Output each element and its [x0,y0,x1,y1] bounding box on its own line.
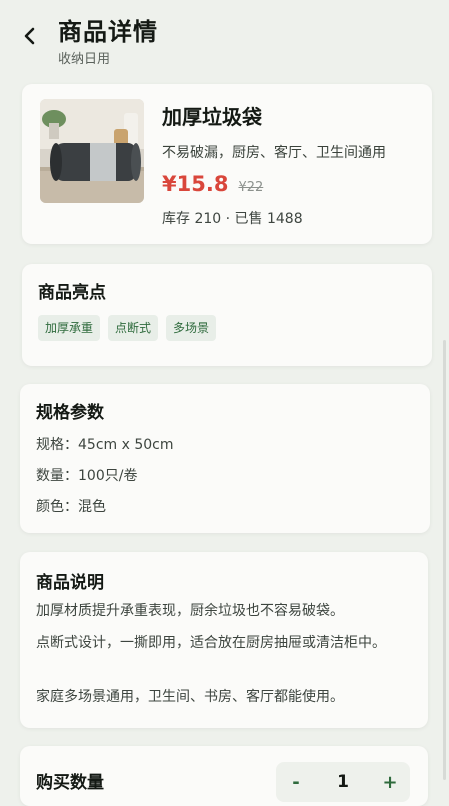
description-title: 商品说明 [36,573,104,593]
specs-title: 规格参数 [36,403,104,423]
current-price: ¥15.8 [162,172,229,196]
description-paragraph: 点断式设计，一撕即用，适合放在厨房抽屉或清洁柜中。 [36,635,386,651]
highlight-tag: 加厚承重 [38,315,101,341]
highlight-tag: 点断式 [108,315,159,341]
page-subtitle: 收纳日用 [58,52,111,67]
product-summary-card: 加厚垃圾袋 不易破漏，厨房、客厅、卫生间通用 ¥15.8 ¥22 库存 210 … [22,84,432,244]
specs-card: 规格参数 规格：45cm x 50cm 数量：100只/卷 颜色：混色 [20,384,430,533]
price-row: ¥15.8 ¥22 [162,172,263,196]
original-price: ¥22 [238,180,264,195]
quantity-value: 1 [337,772,349,792]
quantity-card: 购买数量 - 1 + [20,746,428,806]
highlight-tag: 多场景 [166,315,217,341]
product-description: 不易破漏，厨房、客厅、卫生间通用 [162,145,386,161]
highlights-title: 商品亮点 [38,283,106,303]
description-paragraph: 加厚材质提升承重表现，厨余垃圾也不容易破袋。 [36,603,344,619]
page-title: 商品详情 [58,18,158,46]
chevron-left-icon [24,27,35,45]
scrollbar[interactable] [443,340,446,780]
description-paragraph: 家庭多场景通用，卫生间、书房、客厅都能使用。 [36,689,344,705]
description-card: 商品说明 加厚材质提升承重表现，厨余垃圾也不容易破袋。 点断式设计，一撕即用，适… [20,552,428,728]
stock-sales-info: 库存 210 · 已售 1488 [162,211,303,227]
increase-button[interactable]: + [370,772,410,793]
decrease-button[interactable]: - [276,772,316,793]
spec-quantity: 数量：100只/卷 [36,468,138,484]
product-name: 加厚垃圾袋 [162,105,262,129]
back-button[interactable] [16,22,44,50]
header-bar: 商品详情 收纳日用 [0,0,449,82]
spec-size: 规格：45cm x 50cm [36,437,174,453]
highlights-card: 商品亮点 加厚承重 点断式 多场景 [22,264,432,366]
spec-color: 颜色：混色 [36,499,106,515]
product-image [40,99,144,203]
highlight-tags: 加厚承重 点断式 多场景 [38,315,217,341]
quantity-title: 购买数量 [36,773,104,793]
quantity-stepper[interactable]: - 1 + [276,762,410,802]
